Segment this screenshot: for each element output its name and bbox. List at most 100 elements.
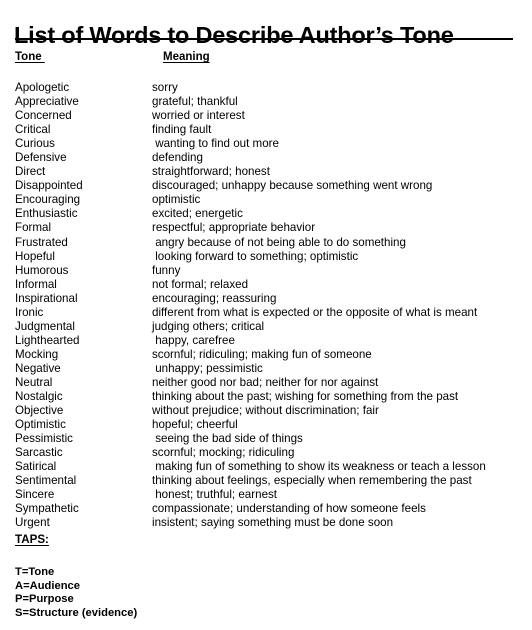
tone-term: Critical <box>15 123 51 137</box>
tone-term: Concerned <box>15 109 72 123</box>
tone-term: Inspirational <box>15 291 78 305</box>
taps-heading: TAPS: <box>15 533 49 546</box>
table-row: Lighthearted happy, carefree <box>15 334 525 348</box>
tone-meaning: neither good nor bad; neither for nor ag… <box>152 375 379 389</box>
tone-term: Negative <box>15 361 61 375</box>
table-row: Nostalgic thinking about the past; wishin… <box>15 390 525 404</box>
table-row: Mocking scornful; ridiculing; making fun … <box>15 348 525 362</box>
taps-item: S=Structure (evidence) <box>15 606 138 619</box>
tone-term: Frustrated <box>15 235 68 249</box>
tone-term: Urgent <box>15 516 50 530</box>
tone-meaning: honest; truthful; earnest <box>152 488 278 502</box>
tone-meaning: making fun of something to show its weak… <box>152 460 486 474</box>
tone-term: Direct <box>15 165 46 179</box>
tone-meaning: angry because of not being able to do so… <box>152 235 406 249</box>
table-row: Frustrated angry because of not being ab… <box>15 236 525 250</box>
tone-term: Sincere <box>15 488 55 502</box>
tone-term: Appreciative <box>15 95 79 109</box>
tone-meaning: different from what is expected or the o… <box>152 305 478 319</box>
table-row: Apologetic sorry <box>15 81 525 95</box>
table-row: Pessimistic seeing the bad side of thing… <box>15 432 525 446</box>
table-row: Sincere honest; truthful; earnest <box>15 488 525 502</box>
tone-meaning: without prejudice; without discriminatio… <box>152 404 379 418</box>
tone-meaning: worried or interest <box>152 109 245 123</box>
tone-meaning: encouraging; reassuring <box>152 291 277 305</box>
tone-meaning: discouraged; unhappy because something w… <box>152 179 433 193</box>
tone-meaning: hopeful; cheerful <box>152 418 238 432</box>
tone-meaning: sorry <box>152 81 178 94</box>
tone-term: Satirical <box>15 460 57 474</box>
tone-term: Enthusiastic <box>15 207 78 221</box>
title-underline-rule <box>15 38 513 40</box>
tone-term: Apologetic <box>15 81 70 94</box>
table-row: Humorous funny <box>15 264 525 278</box>
taps-item: P=Purpose <box>15 593 74 606</box>
tone-term: Sarcastic <box>15 446 63 460</box>
tone-meaning: defending <box>152 151 203 165</box>
table-row: Optimistic hopeful; cheerful <box>15 418 525 432</box>
tone-meaning: grateful; thankful <box>152 95 238 109</box>
table-row: Encouraging optimistic <box>15 193 525 207</box>
table-row: Defensive defending <box>15 151 525 165</box>
table-row: Urgent insistent; saying something must b… <box>15 516 525 530</box>
tone-meaning: unhappy; pessimistic <box>152 361 263 375</box>
tone-meaning: thinking about feelings, especially when… <box>152 474 472 488</box>
tone-term: Disappointed <box>15 179 83 193</box>
document-page: List of Words to Describe Author’s Tone … <box>0 0 532 630</box>
column-header-tone: Tone <box>15 51 45 63</box>
tone-meaning: optimistic <box>152 193 201 207</box>
table-row: Ironic different from what is expected or… <box>15 306 525 320</box>
column-header-row: Tone Meaning <box>15 50 515 66</box>
table-row: Sentimental thinking about feelings, espe… <box>15 474 525 488</box>
tone-meaning: scornful; ridiculing; making fun of some… <box>152 347 372 361</box>
table-row: Objective without prejudice; without disc… <box>15 404 525 418</box>
table-row: Disappointed discouraged; unhappy because… <box>15 179 525 193</box>
tone-term: Humorous <box>15 263 69 277</box>
table-row: Sarcastic scornful; mocking; ridiculing <box>15 446 525 460</box>
tone-meaning: excited; energetic <box>152 207 243 221</box>
tone-meaning: seeing the bad side of things <box>152 432 303 446</box>
column-header-meaning: Meaning <box>163 51 210 63</box>
tone-meaning: scornful; mocking; ridiculing <box>152 446 295 460</box>
table-row: Enthusiastic excited; energetic <box>15 207 525 221</box>
tone-meaning: finding fault <box>152 123 212 137</box>
table-row: Direct straightforward; honest <box>15 165 525 179</box>
tone-term: Defensive <box>15 151 67 165</box>
tone-term: Objective <box>15 404 64 418</box>
tone-term: Hopeful <box>15 249 55 263</box>
tone-term: Formal <box>15 221 52 235</box>
tone-term: Mocking <box>15 347 59 361</box>
page-title: List of Words to Describe Author’s Tone <box>14 21 454 48</box>
table-row: Hopeful looking forward to something; op… <box>15 250 525 264</box>
tone-meaning: judging others; critical <box>152 319 265 333</box>
tone-meaning: not formal; relaxed <box>152 277 249 291</box>
tone-term: Judgmental <box>15 319 75 333</box>
tone-term: Optimistic <box>15 418 66 432</box>
tone-term: Neutral <box>15 375 53 389</box>
table-row: Informal not formal; relaxed <box>15 278 525 292</box>
tone-meaning: happy, carefree <box>152 333 235 347</box>
table-row: Curious wanting to find out more <box>15 137 525 151</box>
tone-meaning: wanting to find out more <box>152 137 279 151</box>
table-row: Formal respectful; appropriate behavior <box>15 221 525 235</box>
tone-term: Curious <box>15 137 55 151</box>
table-row: Appreciative grateful; thankful <box>15 95 525 109</box>
taps-item: A=Audience <box>15 579 80 592</box>
tone-term: Ironic <box>15 305 44 319</box>
table-row: Judgmental judging others; critical <box>15 320 525 334</box>
tone-meaning: respectful; appropriate behavior <box>152 221 316 235</box>
tone-term: Pessimistic <box>15 432 73 446</box>
tone-meaning: funny <box>152 263 181 277</box>
table-row: Critical finding fault <box>15 123 525 137</box>
taps-item: T=Tone <box>15 566 55 578</box>
tone-term: Nostalgic <box>15 390 63 404</box>
tone-term: Sympathetic <box>15 502 79 516</box>
tone-meaning: looking forward to something; optimistic <box>152 249 359 263</box>
tone-meaning: compassionate; understanding of how some… <box>152 502 426 516</box>
tone-term: Informal <box>15 277 57 291</box>
table-row: Sympathetic compassionate; understanding … <box>15 502 525 516</box>
table-row: Negative unhappy; pessimistic <box>15 362 525 376</box>
tone-meaning: insistent; saying something must be done… <box>152 516 394 530</box>
tone-meaning: thinking about the past; wishing for som… <box>152 390 459 404</box>
tone-term: Sentimental <box>15 474 77 488</box>
